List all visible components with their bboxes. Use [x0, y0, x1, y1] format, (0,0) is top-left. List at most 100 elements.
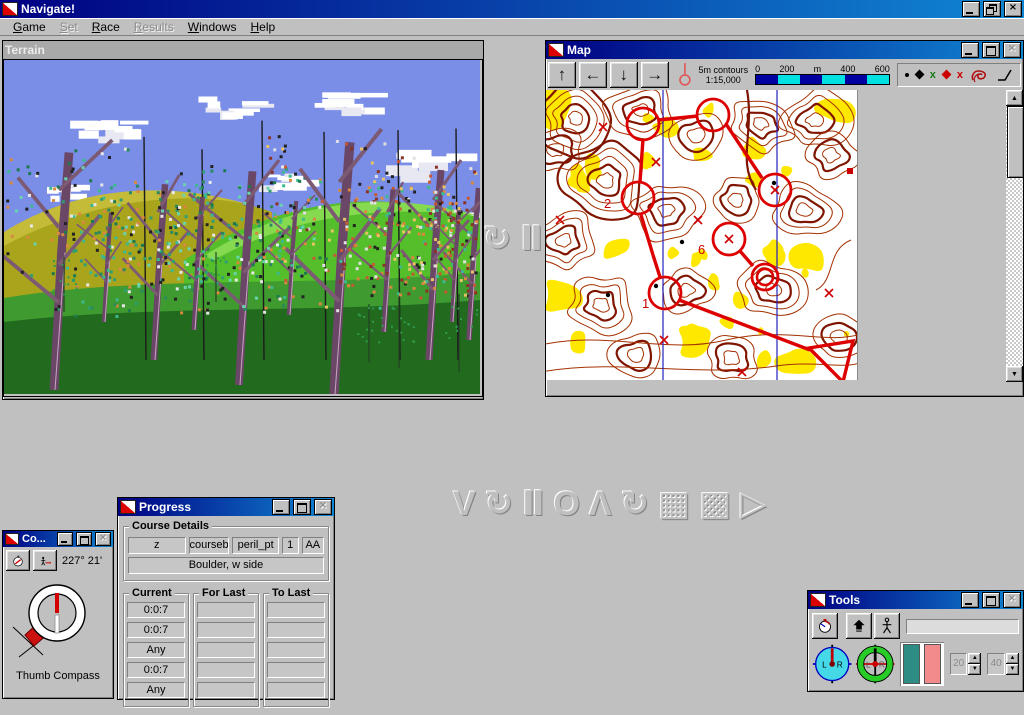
- to-last-group: To Last: [263, 593, 329, 707]
- spinner1-down-button[interactable]: ▼: [968, 664, 981, 675]
- progress-close-button[interactable]: ×: [314, 499, 332, 515]
- tools-window: Tools ×: [807, 590, 1024, 692]
- tick-0: 0: [755, 65, 760, 74]
- direction-dial[interactable]: L R: [855, 642, 895, 686]
- tick-m: m: [814, 65, 822, 74]
- scroll-up-button[interactable]: ▲: [1006, 90, 1023, 106]
- svg-text:L: L: [822, 661, 827, 670]
- map-maximize-button[interactable]: [982, 42, 1000, 58]
- bearing-readout: 227° 21': [62, 555, 102, 567]
- for-last-group: For Last: [193, 593, 259, 707]
- pan-down-button[interactable]: ↓: [610, 62, 638, 88]
- map-canvas[interactable]: 126: [546, 90, 858, 380]
- map-vertical-scrollbar[interactable]: ▲ ▼: [1006, 90, 1023, 382]
- runner-button[interactable]: [874, 613, 900, 639]
- for-last-cell: [197, 682, 255, 698]
- spinner1-buttons: ▲ ▼: [968, 653, 981, 675]
- progress-maximize-button[interactable]: [293, 499, 311, 515]
- spinner2-down-button[interactable]: ▼: [1006, 664, 1019, 675]
- compass-close-button[interactable]: ×: [95, 532, 111, 546]
- menu-bar: Game Set Race Results Windows Help: [0, 18, 1024, 36]
- menu-race[interactable]: Race: [85, 19, 127, 35]
- compass-window: Co... × 227° 21': [2, 530, 114, 699]
- tools-flag-icon: [810, 593, 826, 607]
- spinner1-value: 20: [950, 653, 968, 675]
- tools-title: Tools: [829, 593, 860, 607]
- tools-dials-row: L R L R 20 ▲ ▼ 40 ▲ ▼: [808, 641, 1023, 687]
- current-group: Current 0:0:7 0:0:7 Any 0:0:7 Any: [123, 593, 189, 707]
- svg-text:R: R: [879, 661, 885, 670]
- compass-flag-icon: [5, 533, 19, 545]
- minimize-button[interactable]: [962, 1, 980, 17]
- red-x-icon: x: [957, 70, 963, 80]
- pink-level-bar: [924, 644, 941, 684]
- close-button[interactable]: ×: [1004, 1, 1022, 17]
- to-last-cell: [267, 662, 325, 678]
- progress-flag-icon: [120, 500, 136, 514]
- compass-icon: [12, 553, 24, 569]
- compass-mode-button[interactable]: [6, 550, 30, 571]
- tools-maximize-button[interactable]: [982, 592, 1000, 608]
- course-field-runner: z: [128, 537, 186, 554]
- to-last-header: To Last: [269, 587, 313, 599]
- tools-minimize-button[interactable]: [961, 592, 979, 608]
- stopwatch-button[interactable]: [812, 613, 838, 639]
- progress-minimize-button[interactable]: [272, 499, 290, 515]
- speed-dial[interactable]: L R: [812, 642, 852, 686]
- map-titlebar[interactable]: Map ×: [546, 41, 1023, 59]
- svg-text:L: L: [866, 661, 871, 670]
- for-last-cell: [197, 642, 255, 658]
- current-cell: 0:0:7: [127, 622, 185, 638]
- pan-up-button[interactable]: ↑: [548, 62, 576, 88]
- logo-watermark: V↻ⅡOΛ↻▦▩▷: [453, 484, 776, 524]
- map-minimize-button[interactable]: [961, 42, 979, 58]
- tools-toolbar: [808, 609, 1023, 641]
- course-field-course: courseb: [189, 537, 230, 554]
- progress-titlebar[interactable]: Progress ×: [118, 498, 334, 516]
- tick-600: 600: [875, 65, 890, 74]
- compass-minimize-button[interactable]: [57, 532, 73, 546]
- current-cell: Any: [127, 682, 185, 698]
- small-dot-icon: [905, 73, 909, 77]
- person-icon: [880, 616, 894, 636]
- terrain-view[interactable]: [3, 59, 483, 397]
- spinner2-up-button[interactable]: ▲: [1006, 653, 1019, 664]
- pan-left-button[interactable]: ←: [579, 62, 607, 88]
- spinner2-buttons: ▲ ▼: [1006, 653, 1019, 675]
- compass-maximize-button[interactable]: [76, 532, 92, 546]
- map-body: 126 ▲ ▼: [546, 90, 1023, 392]
- course-field-map: peril_pt: [232, 537, 278, 554]
- restore-button[interactable]: [983, 1, 1001, 17]
- tools-close-button[interactable]: ×: [1003, 592, 1021, 608]
- runner-direction-button[interactable]: [33, 550, 57, 571]
- terrain-3d-scene: [4, 60, 480, 394]
- map-window: Map × ↑ ← ↓ → 5m contours 1:15,000 0 200…: [545, 40, 1024, 397]
- map-toolbar: ↑ ← ↓ → 5m contours 1:15,000 0 200 m 400…: [546, 59, 1023, 90]
- thumb-compass-graphic: [3, 573, 107, 669]
- black-diamond-icon: [914, 70, 924, 80]
- menu-set[interactable]: Set: [53, 19, 85, 35]
- map-flag-icon: [548, 43, 564, 57]
- compass-titlebar[interactable]: Co... ×: [3, 531, 113, 547]
- terrain-window: Terrain: [2, 40, 484, 400]
- svg-text:R: R: [837, 661, 843, 670]
- scroll-down-button[interactable]: ▼: [1006, 366, 1023, 382]
- course-details-group: Course Details z courseb peril_pt 1 AA B…: [123, 526, 329, 581]
- menu-windows[interactable]: Windows: [181, 19, 244, 35]
- terrain-titlebar[interactable]: Terrain: [3, 41, 483, 59]
- pan-right-button[interactable]: →: [641, 62, 669, 88]
- menu-help[interactable]: Help: [243, 19, 282, 35]
- menu-results[interactable]: Results: [127, 19, 181, 35]
- scrollbar-thumb[interactable]: [1007, 106, 1024, 178]
- elevation-button[interactable]: [846, 613, 872, 639]
- current-cell: 0:0:7: [127, 602, 185, 618]
- scrollbar-track[interactable]: [1006, 178, 1023, 366]
- main-titlebar[interactable]: Navigate! ×: [0, 0, 1024, 18]
- menu-game[interactable]: Game: [6, 19, 53, 35]
- map-close-button[interactable]: ×: [1003, 42, 1021, 58]
- map-scalebar: 0 200 m 400 600: [755, 65, 890, 85]
- scalebar-segments: [755, 74, 890, 85]
- tools-titlebar[interactable]: Tools ×: [808, 591, 1023, 609]
- progress-title: Progress: [139, 500, 191, 514]
- spinner1-up-button[interactable]: ▲: [968, 653, 981, 664]
